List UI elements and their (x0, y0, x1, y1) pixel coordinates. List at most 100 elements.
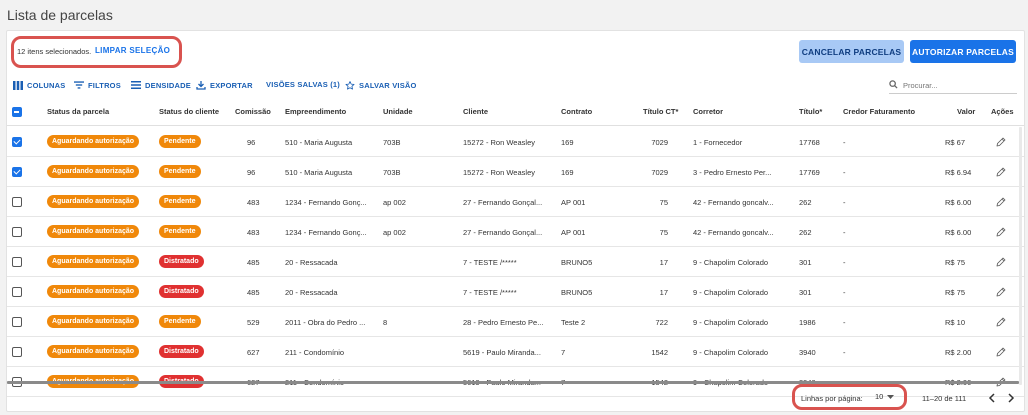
installment-status-badge: Aguardando autorização (47, 315, 140, 328)
row-checkbox[interactable] (12, 167, 22, 177)
save-view-label: SALVAR VISÃO (359, 80, 417, 90)
star-icon (345, 80, 355, 90)
row-checkbox[interactable] (12, 287, 22, 297)
columns-icon (13, 80, 23, 90)
development-cell: 2011 - Obra do Pedro ... (285, 318, 366, 327)
title-cell: 17768 (799, 138, 820, 147)
contract-cell: 169 (561, 168, 574, 177)
header-credor-faturamento[interactable]: Credor Faturamento (843, 107, 915, 116)
cancel-installments-button[interactable]: CANCELAR PARCELAS (799, 40, 904, 63)
broker-cell: 42 - Fernando goncalv... (693, 228, 774, 237)
value-cell: R$ 6.00 (945, 228, 972, 237)
previous-page-button[interactable] (985, 392, 997, 404)
contract-cell: AP 001 (561, 228, 586, 237)
development-cell: 510 - Maria Augusta (285, 168, 353, 177)
next-page-button[interactable] (1005, 392, 1017, 404)
edit-icon[interactable] (995, 255, 1007, 267)
creditor-cell: - (843, 318, 846, 327)
density-button[interactable]: DENSIDADE (131, 80, 191, 90)
broker-cell: 1 - Fornecedor (693, 138, 743, 147)
row-checkbox[interactable] (12, 137, 22, 147)
row-checkbox[interactable] (12, 347, 22, 357)
columns-button[interactable]: COLUNAS (13, 80, 65, 90)
authorize-installments-button[interactable]: AUTORIZAR PARCELAS (910, 40, 1016, 63)
export-button[interactable]: EXPORTAR (196, 80, 253, 90)
saved-views-button[interactable]: VISÕES SALVAS (1) (266, 80, 340, 89)
broker-cell: 9 - Chapolim Colorado (693, 288, 769, 297)
edit-icon[interactable] (995, 315, 1007, 327)
search-input[interactable] (903, 81, 1003, 90)
select-all-checkbox[interactable] (12, 107, 22, 117)
filters-label: FILTROS (88, 80, 121, 90)
header-unidade[interactable]: Unidade (383, 107, 413, 116)
header-titulo-ct[interactable]: Título CT* (643, 107, 678, 116)
installment-status-badge: Aguardando autorização (47, 225, 140, 238)
title-ct-cell: 17 (659, 288, 668, 297)
filters-button[interactable]: FILTROS (74, 80, 121, 90)
contract-cell: Teste 2 (561, 318, 586, 327)
development-cell: 510 - Maria Augusta (285, 138, 353, 147)
value-cell: R$ 2.00 (945, 348, 972, 357)
header-titulo[interactable]: Título* (799, 107, 822, 116)
vertical-scrollbar[interactable] (1019, 127, 1022, 385)
row-checkbox[interactable] (12, 317, 22, 327)
row-checkbox[interactable] (12, 227, 22, 237)
client-cell: 15272 - Ron Weasley (463, 168, 535, 177)
edit-icon[interactable] (995, 195, 1007, 207)
header-contrato[interactable]: Contrato (561, 107, 592, 116)
installment-status-badge: Aguardando autorização (47, 135, 140, 148)
header-corretor[interactable]: Corretor (693, 107, 723, 116)
header-status-parcela[interactable]: Status da parcela (47, 107, 109, 116)
edit-icon[interactable] (995, 285, 1007, 297)
row-checkbox[interactable] (12, 257, 22, 267)
unit-cell: 8 (383, 318, 388, 327)
header-comissao[interactable]: Comissão (235, 107, 271, 116)
value-cell: R$ 10 (945, 318, 966, 327)
value-cell: R$ 67 (945, 138, 966, 147)
development-cell: 20 - Ressacada (285, 288, 338, 297)
installment-status-badge: Aguardando autorização (47, 165, 140, 178)
table-row: Aguardando autorização Pendente 483 1234… (7, 217, 1024, 247)
title-cell: 3940 (799, 348, 816, 357)
contract-cell: BRUNO5 (561, 288, 593, 297)
density-icon (131, 80, 141, 90)
edit-icon[interactable] (995, 135, 1007, 147)
development-cell: 1234 - Fernando Gonç... (285, 228, 367, 237)
edit-icon[interactable] (995, 345, 1007, 357)
header-cliente[interactable]: Cliente (463, 107, 488, 116)
value-cell: R$ 6.00 (945, 198, 972, 207)
clear-selection-link[interactable]: LIMPAR SELEÇÃO (95, 46, 170, 55)
caret-down-icon (887, 392, 895, 401)
table-row: Aguardando autorização Distratado 485 20… (7, 247, 1024, 277)
broker-cell: 9 - Chapolim Colorado (693, 258, 769, 267)
title-cell: 1986 (799, 318, 816, 327)
value-cell: R$ 75 (945, 258, 966, 267)
row-checkbox[interactable] (12, 197, 22, 207)
header-empreendimento[interactable]: Empreendimento (285, 107, 346, 116)
rows-per-page-select[interactable]: 10 (875, 392, 895, 401)
header-valor[interactable]: Valor (957, 107, 975, 116)
title-ct-cell: 7029 (651, 138, 668, 147)
client-status-badge: Pendente (159, 165, 201, 178)
client-cell: 27 - Fernando Gonçal... (463, 228, 543, 237)
commission-cell: 529 (247, 318, 260, 327)
header-acoes: Ações (991, 107, 1014, 116)
client-cell: 28 - Pedro Ernesto Pe... (463, 318, 544, 327)
title-cell: 262 (799, 198, 812, 207)
commission-cell: 483 (247, 228, 260, 237)
columns-label: COLUNAS (27, 80, 66, 90)
export-label: EXPORTAR (210, 80, 253, 90)
commission-cell: 96 (247, 168, 256, 177)
header-status-cliente[interactable]: Status do cliente (159, 107, 219, 116)
export-icon (196, 80, 206, 90)
edit-icon[interactable] (995, 165, 1007, 177)
save-view-button[interactable]: SALVAR VISÃO (345, 80, 417, 90)
creditor-cell: - (843, 168, 846, 177)
broker-cell: 42 - Fernando goncalv... (693, 198, 774, 207)
table-header: Status da parcela Status do cliente Comi… (7, 97, 1024, 126)
edit-icon[interactable] (995, 225, 1007, 237)
installment-status-badge: Aguardando autorização (47, 255, 140, 268)
installment-status-badge: Aguardando autorização (47, 285, 140, 298)
page-title: Lista de parcelas (7, 7, 113, 23)
chevron-right-icon (1007, 393, 1014, 403)
